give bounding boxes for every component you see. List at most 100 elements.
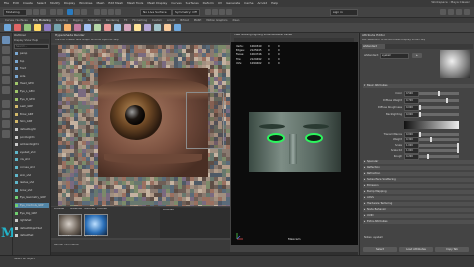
outliner-item[interactable]: Eye_R_GEO [15, 97, 49, 102]
section-header[interactable]: ▸ Subsurface Scattering [363, 178, 474, 182]
node-name-field[interactable]: eyeball [380, 53, 409, 59]
shelf-tool-icon[interactable] [154, 24, 161, 31]
outliner-item[interactable]: defaultObjectSet [15, 226, 49, 231]
section-header[interactable]: ▾ Basic Attributes [363, 84, 474, 88]
outliner-item[interactable]: lightsSet [15, 218, 49, 223]
slider-knob[interactable] [430, 137, 433, 143]
outliner-item[interactable]: lashes_shd [15, 180, 49, 185]
slider-knob[interactable] [419, 112, 421, 117]
slider-knob[interactable] [426, 153, 429, 159]
symmetry-dropdown[interactable]: Symmetry: Off [172, 9, 200, 16]
section-header[interactable]: ▸ AOVs [363, 196, 474, 200]
section-header[interactable]: ▸ Node Behavior [363, 208, 474, 212]
select-tool-icon[interactable] [2, 36, 10, 44]
outliner-search-input[interactable] [14, 44, 49, 49]
paint-select-tool-icon[interactable] [2, 56, 10, 64]
load-attributes-button[interactable]: Load Attributes [399, 247, 433, 252]
menu-create[interactable]: Create [23, 0, 33, 7]
outliner-item[interactable]: defaultLight [15, 127, 49, 132]
section-header[interactable]: ▸ Hardware Texturing [363, 202, 474, 206]
shelf-tool-icon[interactable] [54, 24, 61, 31]
menu-deform[interactable]: Deform [203, 0, 214, 7]
attribute-slider[interactable] [419, 148, 459, 154]
slider-knob[interactable] [438, 91, 440, 96]
outliner-item[interactable]: skin_shd [15, 173, 49, 178]
shelf-tool-icon[interactable] [34, 24, 41, 31]
outliner-item[interactable]: front [15, 66, 49, 71]
shelf-tool-icon[interactable] [124, 24, 131, 31]
menu-mesh[interactable]: Mesh [97, 0, 105, 7]
outliner-item[interactable]: side [15, 74, 49, 79]
menu-modify[interactable]: Modify [50, 0, 60, 7]
shelf-tool-icon[interactable] [134, 24, 141, 31]
shelf-tool-icon[interactable] [44, 24, 51, 31]
open-scene-icon[interactable] [33, 9, 39, 15]
outliner-item[interactable]: Lash_GRP [15, 104, 49, 109]
outliner-item[interactable]: pointLight1 [15, 135, 49, 140]
menu-cache[interactable]: Cache [244, 0, 253, 7]
menu-display[interactable]: Display [64, 0, 75, 7]
shelf-tool-icon[interactable] [74, 24, 81, 31]
snap-point-icon[interactable] [108, 9, 114, 15]
menu-generate[interactable]: Generate [226, 0, 240, 7]
hypershade-icon[interactable] [226, 9, 232, 15]
attribute-value-field[interactable]: 0.500 [404, 91, 419, 97]
tab-aistandard[interactable]: aiStandard [362, 44, 385, 49]
outliner-item[interactable]: Head_GEO [15, 81, 49, 86]
outliner-item[interactable]: ambientLight1 [15, 142, 49, 147]
section-header[interactable]: ▸ Bump Mapping [363, 190, 474, 194]
outliner-item[interactable]: iris_shd [15, 157, 49, 162]
outliner-item[interactable]: Eye_Rig_GRP [15, 211, 49, 216]
redo-icon[interactable] [57, 9, 63, 15]
attribute-value-field[interactable]: 0.200 [404, 153, 419, 160]
attribute-value-field[interactable]: 0.700 [404, 98, 419, 104]
menu-surfaces[interactable]: Surfaces [186, 0, 199, 7]
scale-tool-icon[interactable] [2, 86, 10, 94]
section-header[interactable]: ▸ Extra Attributes [363, 220, 474, 224]
outliner-menu[interactable]: Display Show Help [14, 39, 49, 43]
ipr-render-icon[interactable] [212, 9, 218, 15]
focus-button[interactable]: ▸ [412, 53, 422, 58]
menu-help[interactable]: Help [271, 0, 278, 7]
shelf-tool-icon[interactable] [64, 24, 71, 31]
menu-edit-mesh[interactable]: Edit Mesh [108, 0, 123, 7]
attribute-slider[interactable] [419, 153, 459, 159]
slider-knob[interactable] [457, 148, 459, 154]
rotate-tool-icon[interactable] [2, 76, 10, 84]
select-component-icon[interactable] [81, 9, 87, 15]
modeling-toolkit-icon[interactable] [440, 9, 446, 15]
channel-box-toggle-icon[interactable] [464, 9, 470, 15]
outliner-item[interactable]: Eye_Controls_GRP [15, 203, 49, 208]
sign-in-dropdown[interactable]: sign in [330, 9, 358, 16]
select-object-icon[interactable] [74, 9, 80, 15]
viewport-menu[interactable]: View Shading Lighting Show Renderer Pane… [234, 34, 292, 37]
slider-knob[interactable] [419, 105, 421, 110]
copy-tab-button[interactable]: Copy Tab [435, 247, 469, 252]
render-region-frame[interactable] [186, 92, 224, 149]
shelf-tool-icon[interactable] [114, 24, 121, 31]
slider-knob[interactable] [445, 98, 448, 103]
menu-edit[interactable]: Edit [13, 0, 19, 7]
material-swatch-eye[interactable] [84, 214, 108, 236]
undo-icon[interactable] [50, 9, 56, 15]
save-scene-icon[interactable] [40, 9, 46, 15]
outliner-item[interactable]: Skin_GRP [15, 119, 49, 124]
outliner-layout-icon[interactable] [2, 130, 10, 138]
outliner-item[interactable]: Eye_Geometry_GRP [15, 195, 49, 200]
shelf-tool-icon[interactable] [164, 24, 171, 31]
attribute-slider[interactable] [419, 98, 459, 103]
snap-curve-icon[interactable] [101, 9, 107, 15]
render-current-frame-icon[interactable] [205, 9, 211, 15]
outliner-item[interactable]: persp [15, 51, 49, 56]
menu-windows[interactable]: Windows [79, 0, 92, 7]
attribute-slider[interactable] [419, 112, 459, 117]
outliner-item[interactable]: top [15, 59, 49, 64]
outliner-item[interactable]: Eye_L_GEO [15, 89, 49, 94]
snap-view-plane-icon[interactable] [115, 9, 121, 15]
attribute-slider[interactable] [419, 132, 459, 137]
attribute-slider[interactable] [419, 105, 459, 110]
attribute-editor-menu[interactable]: List Selected Focus Attributes Display S… [362, 39, 425, 42]
snap-grid-icon[interactable] [94, 9, 100, 15]
workspace-selector[interactable]: Workspace : Maya Classic [431, 1, 470, 4]
attribute-editor-toggle-icon[interactable] [448, 9, 454, 15]
